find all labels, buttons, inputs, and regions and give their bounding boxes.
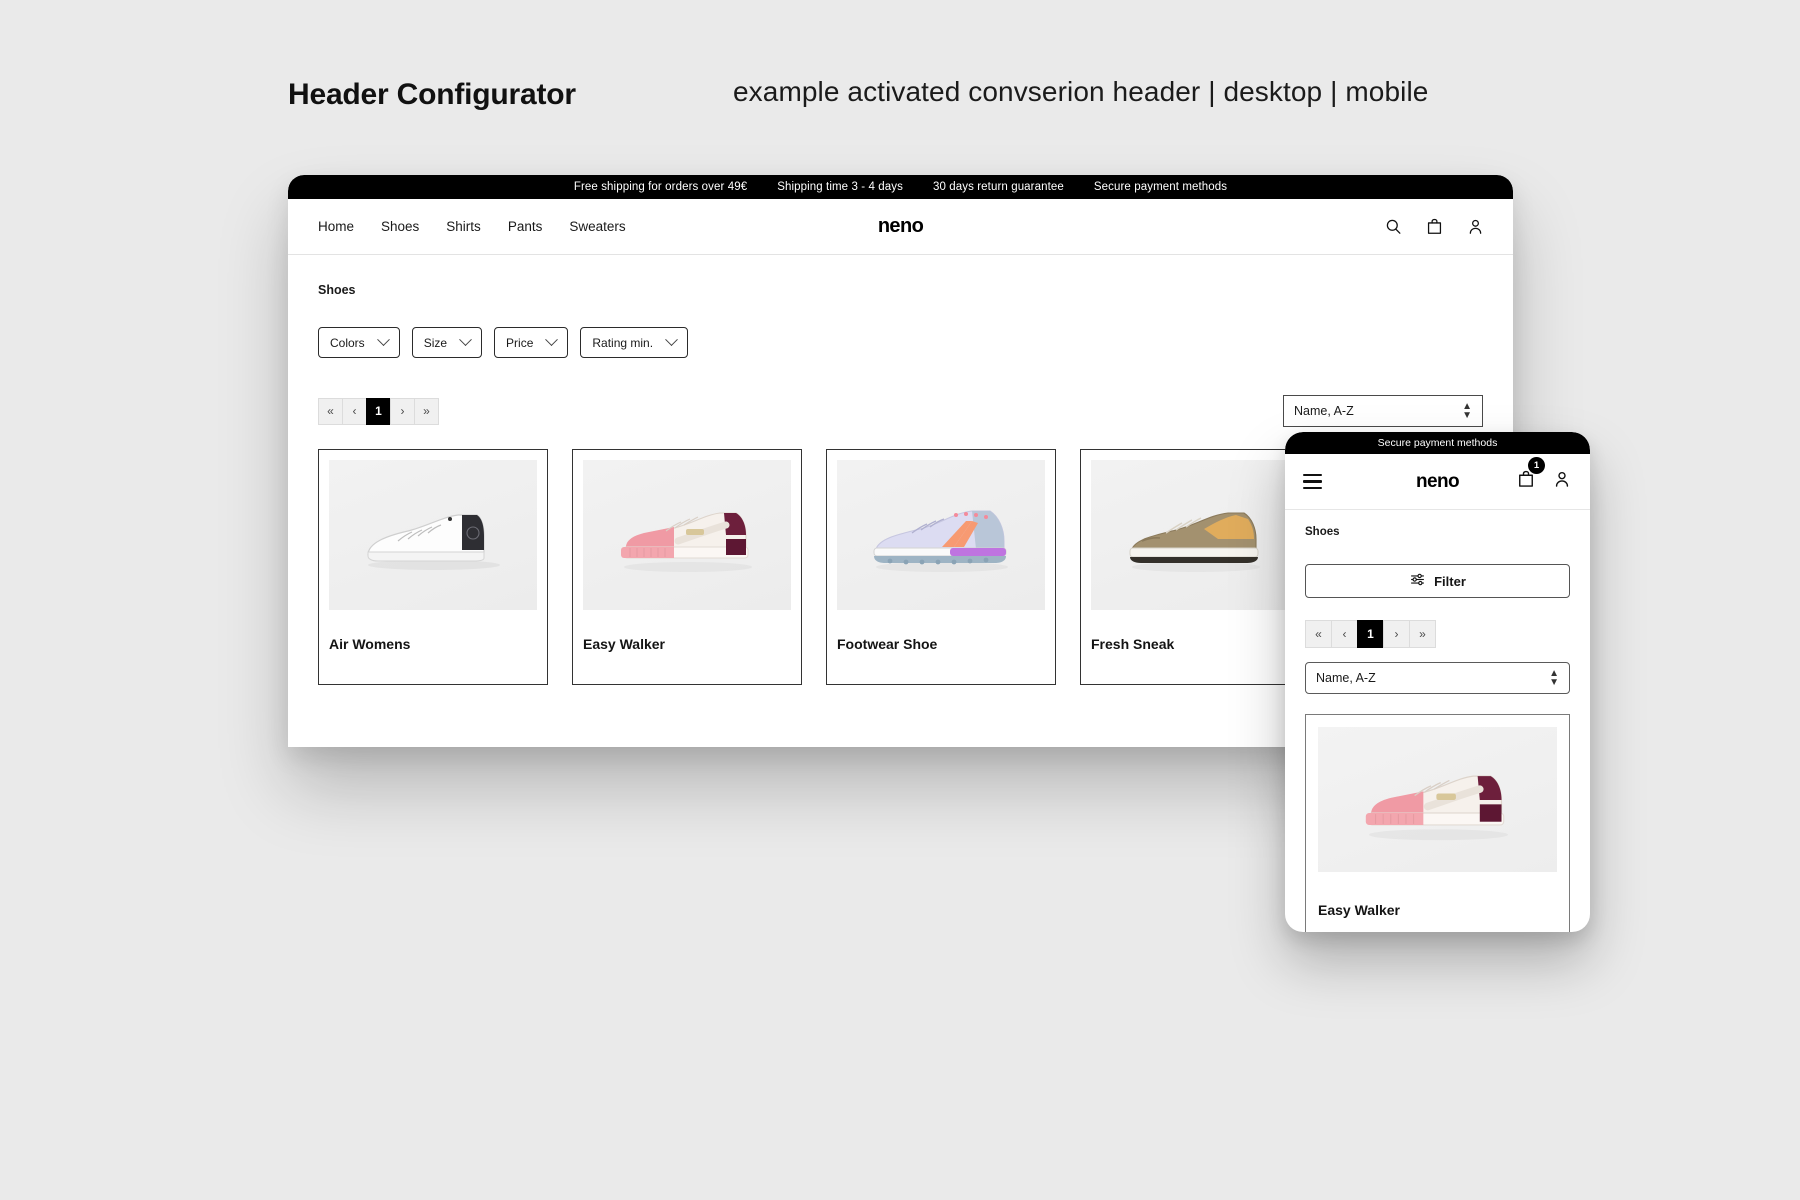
product-name: Fresh Sneak [1091, 636, 1175, 652]
nav-item-shirts[interactable]: Shirts [446, 219, 481, 234]
product-card[interactable]: Air Womens [318, 449, 548, 685]
filter-size-label: Size [423, 335, 448, 350]
chevron-down-icon [459, 333, 472, 347]
pagination-first[interactable]: « [318, 397, 343, 425]
mobile-filter-label: Filter [1434, 573, 1466, 589]
filter-price-label: Price [506, 335, 534, 350]
usp-item-payment: Secure payment methods [1093, 181, 1228, 193]
product-name: Air Womens [329, 636, 411, 652]
product-name: Easy Walker [583, 636, 665, 652]
page-subtitle: example activated convserion header | de… [733, 76, 1429, 107]
account-icon[interactable] [1466, 217, 1485, 236]
mobile-navbar-actions: 1 [1516, 457, 1572, 494]
product-image [1091, 460, 1299, 610]
mobile-pagination-page-1[interactable]: 1 [1357, 620, 1384, 648]
chevron-down-icon [665, 333, 678, 347]
mobile-product-name: Easy Walker [1318, 902, 1400, 918]
filter-price[interactable]: Price [494, 327, 569, 358]
desktop-usp-bar: Free shipping for orders over 49€ Shippi… [288, 175, 1513, 199]
mobile-filter-button[interactable]: Filter [1305, 564, 1570, 598]
navbar-actions [1384, 217, 1485, 236]
filter-rating-label: Rating min. [592, 335, 654, 350]
pink-cream-platform-sneaker-illustration [620, 512, 752, 572]
mobile-product-image [1318, 727, 1557, 872]
mobile-pagination-last[interactable]: » [1409, 620, 1436, 648]
nav-item-home[interactable]: Home [318, 219, 354, 234]
filter-colors[interactable]: Colors [318, 327, 400, 358]
main-navigation: Home Shoes Shirts Pants Sweaters [318, 219, 626, 234]
nav-item-sweaters[interactable]: Sweaters [569, 219, 625, 234]
product-image [329, 460, 537, 610]
mobile-usp-text: Secure payment methods [1377, 437, 1498, 449]
mobile-mockup: Secure payment methods neno 1 Shoes Filt… [1285, 432, 1590, 932]
select-stepper-icon: ▲ ▼ [1549, 668, 1559, 688]
chevron-down-icon [376, 333, 390, 347]
sort-select[interactable]: Name, A-Z ▲ ▼ [1283, 395, 1483, 427]
pink-cream-platform-sneaker-illustration [1365, 775, 1508, 840]
breadcrumb: Shoes [318, 283, 356, 297]
product-image [837, 460, 1045, 610]
mobile-pagination: « ‹ 1 › » [1305, 620, 1570, 648]
tan-suede-runner-illustration [1129, 512, 1260, 572]
mobile-pagination-next[interactable]: › [1383, 620, 1410, 648]
select-stepper-icon: ▲ ▼ [1462, 401, 1472, 421]
cart-badge: 1 [1528, 457, 1545, 474]
usp-item-returns: 30 days return guarantee [932, 181, 1064, 193]
account-icon[interactable] [1552, 469, 1572, 494]
bag-icon[interactable] [1425, 217, 1444, 236]
product-card[interactable]: Fresh Sneak [1080, 449, 1310, 685]
white-sneaker-black-heel-illustration [366, 514, 500, 570]
filter-colors-label: Colors [330, 335, 365, 350]
nav-item-pants[interactable]: Pants [508, 219, 543, 234]
usp-item-shipping-time: Shipping time 3 - 4 days [777, 181, 903, 193]
usp-item-shipping-free: Free shipping for orders over 49€ [573, 181, 748, 193]
pagination-prev[interactable]: ‹ [342, 397, 367, 425]
filter-bar: Colors Size Price Rating min. [318, 327, 1483, 358]
pagination-last[interactable]: » [414, 397, 439, 425]
sort-select-value: Name, A-Z [1294, 404, 1354, 418]
mobile-sort-select-value: Name, A-Z [1316, 671, 1376, 685]
chevron-down-icon [545, 333, 559, 347]
mobile-content: Shoes Filter « ‹ 1 › » Name, A-Z ▲ ▼ Eas… [1285, 510, 1590, 932]
search-icon[interactable] [1384, 217, 1403, 236]
pagination-next[interactable]: › [390, 397, 415, 425]
mobile-product-card[interactable]: Easy Walker [1305, 714, 1570, 932]
nav-item-shoes[interactable]: Shoes [381, 219, 419, 234]
filter-size[interactable]: Size [411, 327, 483, 358]
product-card[interactable]: Easy Walker [572, 449, 802, 685]
page-root: Header Configurator example activated co… [0, 0, 1800, 1200]
product-name: Footwear Shoe [837, 636, 938, 652]
lilac-orange-running-shoe-illustration [873, 510, 1008, 572]
page-title: Header Configurator [288, 78, 576, 111]
pagination: « ‹ 1 › » [318, 397, 439, 425]
sliders-icon [1409, 571, 1426, 591]
pagination-page-1[interactable]: 1 [366, 397, 391, 425]
mobile-pagination-prev[interactable]: ‹ [1331, 620, 1358, 648]
mobile-usp-bar: Secure payment methods [1285, 432, 1590, 454]
filter-rating[interactable]: Rating min. [580, 327, 689, 358]
product-card[interactable]: Footwear Shoe [826, 449, 1056, 685]
mobile-sort-select[interactable]: Name, A-Z ▲ ▼ [1305, 662, 1570, 694]
mobile-breadcrumb: Shoes [1305, 526, 1340, 538]
desktop-navbar: Home Shoes Shirts Pants Sweaters neno [288, 199, 1513, 255]
mobile-navbar: neno 1 [1285, 454, 1590, 510]
bag-icon[interactable]: 1 [1516, 457, 1545, 494]
list-controls: « ‹ 1 › » Name, A-Z ▲ ▼ [318, 395, 1483, 427]
hamburger-icon[interactable] [1303, 473, 1322, 490]
product-image [583, 460, 791, 610]
page-heading: Header Configurator [288, 78, 576, 112]
mobile-pagination-first[interactable]: « [1305, 620, 1332, 648]
